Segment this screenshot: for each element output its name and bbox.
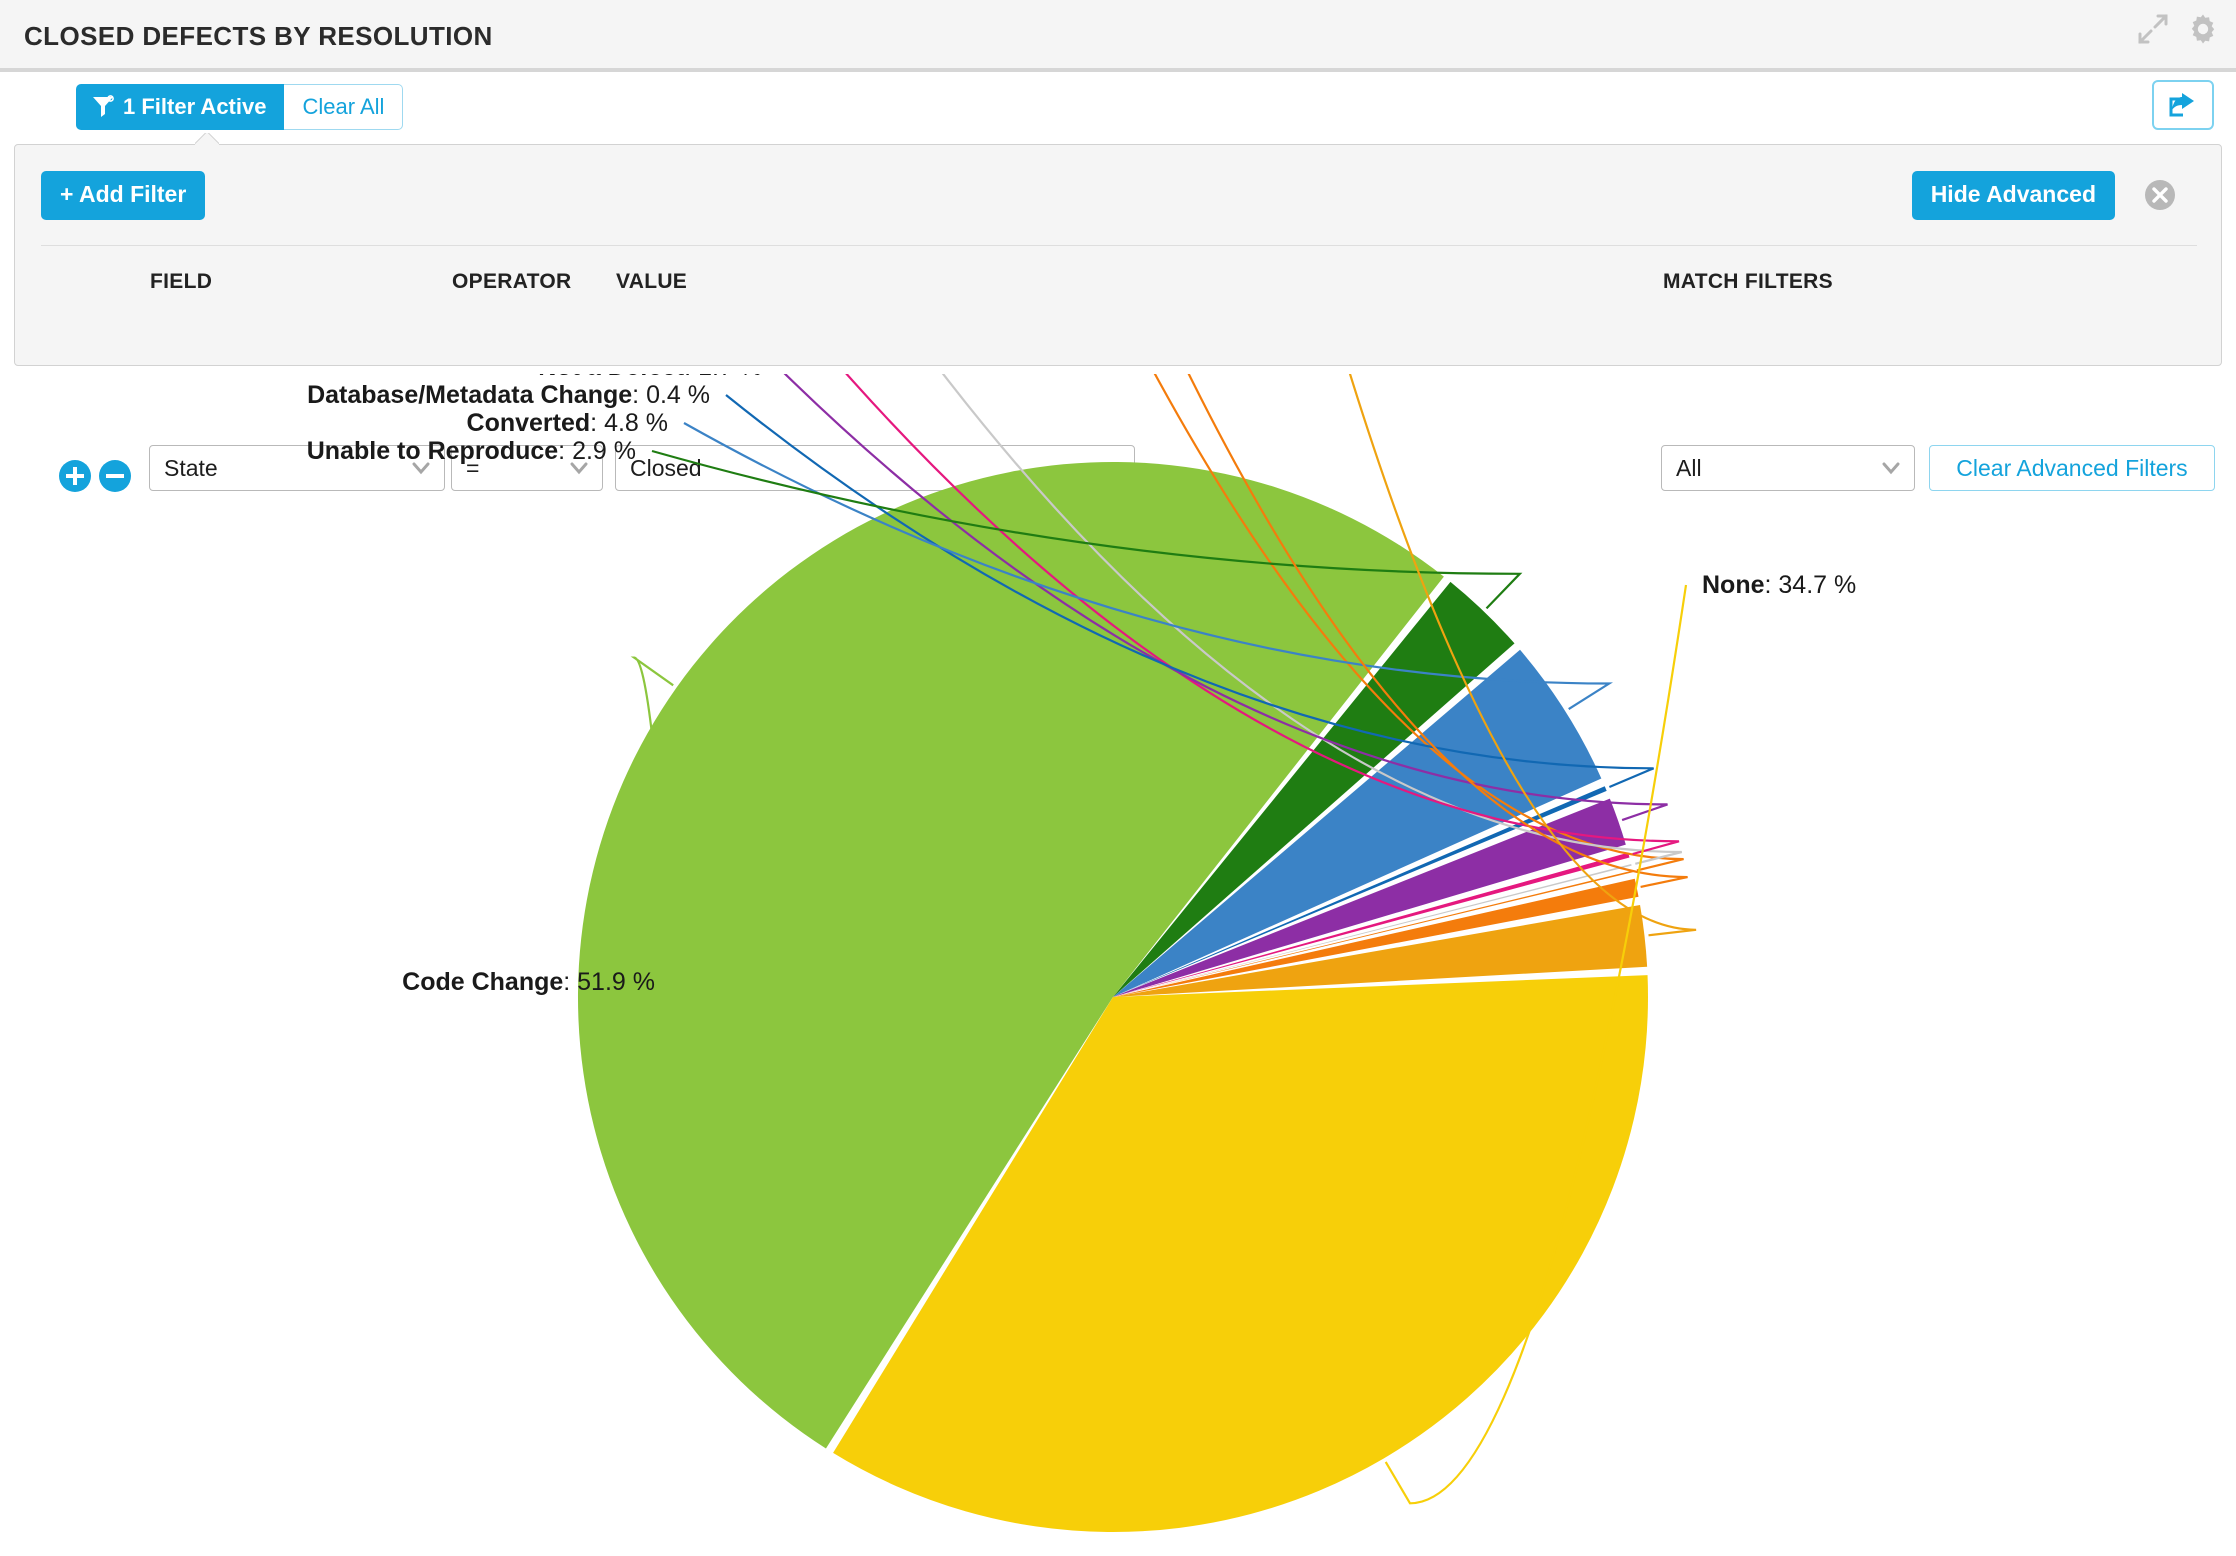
column-header-field: FIELD <box>150 270 212 294</box>
pie-slice-group <box>578 462 1648 1532</box>
gear-icon[interactable] <box>2186 12 2220 46</box>
filter-chip-group: 1 Filter Active Clear All <box>76 84 403 130</box>
hide-advanced-button[interactable]: Hide Advanced <box>1912 171 2115 220</box>
pie-slice-label: None: 34.7 % <box>1702 571 1856 599</box>
close-circle-icon[interactable] <box>2143 178 2177 212</box>
expand-arrows-icon[interactable] <box>2136 12 2170 46</box>
add-filter-button[interactable]: + Add Filter <box>41 171 205 220</box>
pie-slice-label-value: : 51.9 % <box>563 968 655 996</box>
filter-active-button[interactable]: 1 Filter Active <box>76 84 284 130</box>
pie-slice-label: Code Change: 51.9 % <box>402 968 655 996</box>
export-button[interactable] <box>2152 80 2214 130</box>
clear-all-button[interactable]: Clear All <box>284 84 403 130</box>
pie-chart: Enhancement Request : 0.2 %Won't Fix: 0.… <box>0 374 2236 1556</box>
pie-slice-label-value: : 34.7 % <box>1765 571 1857 599</box>
pie-slice-label: Not a Defect: 1.7 % <box>538 374 762 381</box>
panel-header: CLOSED DEFECTS BY RESOLUTION <box>0 0 2236 72</box>
filter-bar: 1 Filter Active Clear All <box>0 76 2236 136</box>
filter-active-label: 1 Filter Active <box>123 94 266 120</box>
header-icon-group <box>2136 12 2220 46</box>
clear-all-label: Clear All <box>302 94 384 120</box>
pie-slice-label-name: Converted <box>467 409 591 437</box>
pie-slice-label-value: : 1.7 % <box>684 374 762 381</box>
pie-slice-label-name: Database/Metadata Change <box>307 381 632 409</box>
column-header-operator: OPERATOR <box>452 270 571 294</box>
column-header-value: VALUE <box>616 270 687 294</box>
pie-slice-label-name: Unable to Reproduce <box>307 437 559 465</box>
pie-chart-container: Enhancement Request : 0.2 %Won't Fix: 0.… <box>0 374 2236 1556</box>
panel-divider <box>41 245 2197 246</box>
pie-slice-label: Database/Metadata Change: 0.4 % <box>307 381 710 409</box>
funnel-icon <box>92 95 114 119</box>
pie-slice-label-value: : 4.8 % <box>590 409 668 437</box>
share-export-icon <box>2168 91 2198 119</box>
pie-slice-label-name: Not a Defect <box>538 374 685 381</box>
pie-slice-label-value: : 2.9 % <box>558 437 636 465</box>
column-header-match-filters: MATCH FILTERS <box>1663 270 1833 294</box>
advanced-filter-panel: + Add Filter Hide Advanced FIELD OPERATO… <box>14 144 2222 366</box>
panel-caret <box>195 133 219 145</box>
page-title: CLOSED DEFECTS BY RESOLUTION <box>24 21 493 52</box>
pie-slice-label: Unable to Reproduce: 2.9 % <box>307 437 636 465</box>
pie-slice-label-value: : 0.4 % <box>632 381 710 409</box>
pie-slice-label-name: None <box>1702 571 1765 599</box>
pie-slice-label-name: Code Change <box>402 968 563 996</box>
pie-slice-label: Converted: 4.8 % <box>467 409 668 437</box>
